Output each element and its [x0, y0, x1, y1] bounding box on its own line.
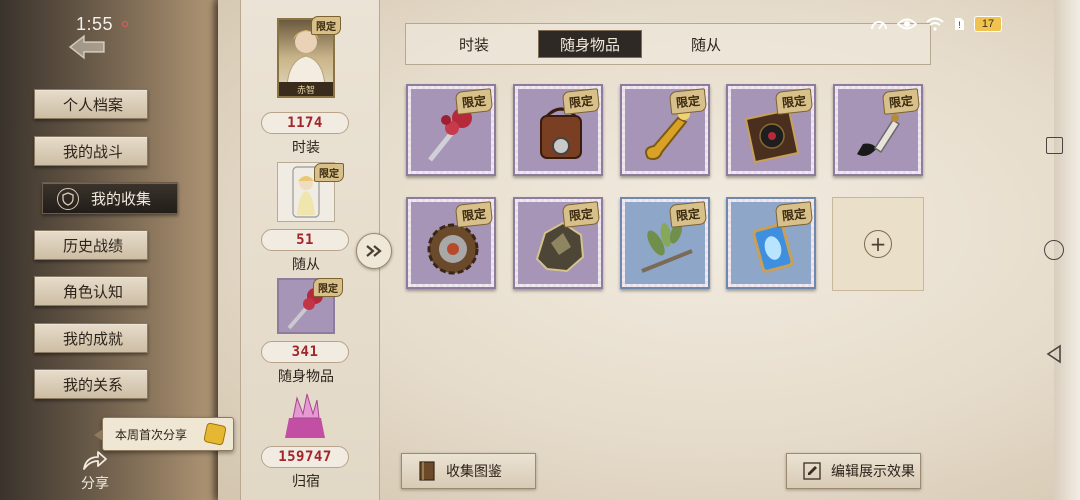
dwelling-count: 159747 [261, 446, 349, 468]
sim-alert-icon: ! [955, 18, 964, 30]
menu-item-label: 我的关系 [63, 375, 124, 394]
menu-item-relations[interactable]: 我的关系 [34, 369, 148, 399]
collection-guide-button[interactable]: 收集图鉴 [401, 453, 536, 489]
speed-gauge-icon [871, 21, 887, 30]
menu-item-history[interactable]: 历史战绩 [34, 230, 148, 260]
limited-badge: 限定 [454, 201, 494, 228]
menu-item-label: 我的成就 [63, 329, 124, 348]
share-label: 分享 [81, 476, 109, 492]
item-slot[interactable]: 限定 [513, 197, 603, 289]
home-button[interactable] [1044, 240, 1064, 260]
edit-display-label: 编辑展示效果 [831, 464, 915, 480]
menu-item-label: 个人档案 [63, 95, 124, 114]
limited-badge: 限定 [313, 278, 343, 297]
recent-apps-button[interactable] [1046, 137, 1063, 154]
back-button[interactable] [66, 32, 110, 62]
add-item-slot[interactable]: + [832, 197, 924, 291]
limited-badge: 限定 [668, 88, 708, 115]
menu-item-achievements[interactable]: 我的成就 [34, 323, 148, 353]
costume-card[interactable]: 赤智 限定 [277, 16, 341, 98]
svg-text:!: ! [958, 20, 961, 30]
edit-display-button[interactable]: 编辑展示效果 [786, 453, 921, 489]
dwelling-label: 归宿 [292, 474, 320, 490]
crystal-chest-icon [285, 393, 325, 438]
menu-item-label: 我的收集 [91, 189, 152, 208]
companion-label: 随从 [292, 257, 320, 273]
plus-icon: + [864, 230, 892, 258]
eye-icon [897, 18, 917, 30]
wifi-icon [926, 17, 944, 31]
item-slot[interactable]: 限定 [513, 84, 603, 176]
dwelling-card[interactable] [277, 392, 335, 442]
system-status-icons: ! 17 [870, 16, 1002, 32]
menu-item-battles[interactable]: 我的战斗 [34, 136, 148, 166]
item-slot[interactable]: 限定 [406, 84, 496, 176]
limited-badge: 限定 [668, 201, 708, 228]
share-tip-text: 本周首次分享 [115, 427, 188, 442]
companion-card[interactable]: 限定 [277, 162, 344, 222]
menu-item-label: 历史战绩 [63, 236, 124, 255]
limited-badge: 限定 [774, 201, 814, 228]
limited-badge: 限定 [314, 163, 344, 182]
limited-badge: 限定 [881, 88, 921, 115]
tab-costume[interactable]: 时装 [422, 30, 526, 58]
limited-badge: 限定 [454, 88, 494, 115]
menu-item-label: 我的战斗 [63, 142, 124, 161]
expand-button[interactable] [356, 233, 392, 269]
battery-indicator: 17 [974, 16, 1002, 32]
item-slot[interactable]: 限定 [406, 197, 496, 289]
costume-label: 时装 [292, 140, 320, 156]
limited-badge: 限定 [311, 16, 341, 35]
menu-item-collection[interactable]: 我的收集 [42, 182, 178, 214]
accessory-count: 341 [261, 341, 349, 363]
share-tooltip: 本周首次分享 [94, 417, 234, 451]
menu-item-label: 角色认知 [63, 282, 124, 301]
item-slot[interactable]: 限定 [833, 84, 923, 176]
item-slot[interactable]: 限定 [726, 197, 816, 289]
limited-badge: 限定 [561, 88, 601, 115]
nav-back-button[interactable] [1046, 344, 1062, 364]
tab-accessories[interactable]: 随身物品 [538, 30, 642, 58]
accessory-label: 随身物品 [278, 369, 334, 385]
menu-item-profile[interactable]: 个人档案 [34, 89, 148, 119]
tab-companions[interactable]: 随从 [654, 30, 758, 58]
costume-count: 1174 [261, 112, 349, 134]
item-slot[interactable]: 限定 [620, 84, 710, 176]
limited-badge: 限定 [774, 88, 814, 115]
limited-badge: 限定 [561, 201, 601, 228]
item-slot[interactable]: 限定 [620, 197, 710, 289]
tab-bar: 时装 随身物品 随从 [405, 23, 931, 65]
puzzle-reward-icon [203, 422, 227, 446]
share-button[interactable]: 分享 [70, 438, 120, 493]
item-slot[interactable]: 限定 [726, 84, 816, 176]
share-icon [83, 451, 107, 470]
back-arrow-icon [68, 34, 105, 60]
crest-icon [57, 188, 79, 210]
edit-pencil-icon [803, 462, 821, 480]
menu-item-character[interactable]: 角色认知 [34, 276, 148, 306]
notification-dot-icon [122, 21, 128, 27]
companion-count: 51 [261, 229, 349, 251]
collection-guide-label: 收集图鉴 [446, 464, 502, 480]
book-icon [419, 461, 435, 481]
card-name: 赤智 [279, 82, 333, 96]
double-chevron-right-icon [366, 245, 382, 257]
accessory-card[interactable]: 限定 [277, 278, 343, 334]
